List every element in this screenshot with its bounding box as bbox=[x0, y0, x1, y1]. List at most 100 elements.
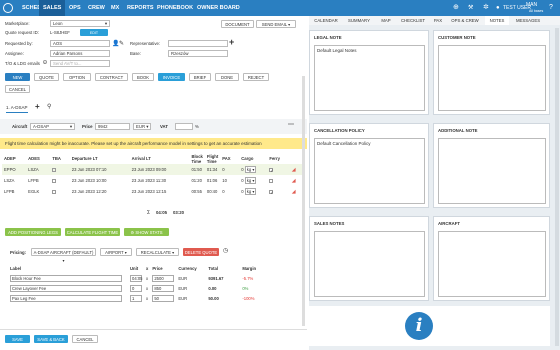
leg-ades[interactable]: LSZA bbox=[26, 164, 51, 175]
leg-cargo[interactable]: 0 bbox=[241, 178, 243, 183]
settings-gear-icon[interactable]: ✲ bbox=[483, 0, 489, 16]
nav-crew[interactable]: CREW bbox=[84, 0, 109, 16]
cargo-unit-select[interactable]: kg ▾ bbox=[244, 177, 256, 184]
help-icon[interactable]: ? bbox=[549, 0, 553, 16]
leg-adep[interactable]: LSZA bbox=[2, 175, 26, 186]
leg-row[interactable]: LFPB EGLK 23 Jun 2023 12:20 23 Jun 2023 … bbox=[2, 186, 302, 197]
status-option-button[interactable]: OPTION bbox=[63, 73, 91, 81]
tba-checkbox[interactable] bbox=[52, 178, 57, 183]
status-contract-button[interactable]: CONTRACT bbox=[95, 73, 128, 81]
status-reject-button[interactable]: REJECT bbox=[243, 73, 269, 81]
calculate-flight-time-button[interactable]: CALCULATE FLIGHT TIME bbox=[65, 228, 120, 236]
more-options-icon[interactable]: ⋯ bbox=[288, 121, 294, 128]
leg-adep[interactable]: EPPO bbox=[2, 164, 27, 175]
airport-button[interactable]: AIRPORT ▾ bbox=[100, 248, 132, 256]
leg-ades[interactable]: EGLK bbox=[26, 186, 50, 197]
currency-select[interactable]: EUR ▾ bbox=[133, 123, 151, 130]
cancellation-policy-textarea[interactable]: Default Cancellation Policy bbox=[314, 138, 425, 204]
leg-ades[interactable]: LFPB bbox=[26, 175, 50, 186]
requested-by-field[interactable]: AOS bbox=[50, 40, 110, 47]
recalculate-button[interactable]: RECALCULATE ▾ bbox=[136, 248, 179, 256]
leg-flag-icon[interactable]: ◢ bbox=[290, 175, 302, 186]
customer-note-textarea[interactable] bbox=[438, 45, 546, 111]
leg-arr-time[interactable]: 09:00 bbox=[156, 167, 166, 172]
sales-notes-textarea[interactable] bbox=[314, 231, 425, 297]
marketplace-select[interactable]: Leon ▾ bbox=[50, 20, 110, 27]
pricing-aircraft-dropdown[interactable]: A-DSAP AIRCRAFT (DEFAULT) ▾ bbox=[31, 248, 96, 263]
status-book-button[interactable]: BOOK bbox=[132, 73, 154, 81]
save-button[interactable]: SAVE bbox=[5, 335, 30, 343]
document-button[interactable]: DOCUMENT bbox=[221, 20, 254, 28]
leg-row[interactable]: LSZA LFPB 23 Jun 2023 10:00 23 Jun 2023 … bbox=[2, 175, 302, 186]
leg-row[interactable]: EPPO LSZA 23 Jun 2023 07:10 23 Jun 2023 … bbox=[2, 164, 302, 175]
leg-pax[interactable]: 0 bbox=[220, 164, 240, 175]
fee-label-field[interactable]: Crew Layover Fee bbox=[10, 284, 122, 292]
leg-arr-time[interactable]: 11:30 bbox=[156, 178, 166, 183]
nav-mx[interactable]: MX bbox=[107, 0, 123, 16]
additional-note-textarea[interactable] bbox=[438, 138, 546, 204]
tab-checklist[interactable]: CHECKLIST bbox=[397, 16, 429, 25]
tab-map[interactable]: MAP bbox=[377, 16, 395, 25]
search-icon[interactable]: ⚲ bbox=[47, 103, 51, 110]
fee-unit-field[interactable]: 1 bbox=[130, 294, 142, 302]
leg-dep-time[interactable]: 10:00 bbox=[96, 178, 106, 183]
left-pane-scrollbar[interactable] bbox=[302, 76, 305, 326]
add-positioning-legs-button[interactable]: ADD POSITIONING LEGS bbox=[5, 228, 61, 236]
leg-cargo[interactable]: 0 bbox=[241, 189, 243, 194]
tab-summary[interactable]: SUMMARY bbox=[343, 16, 375, 25]
fee-unit-field[interactable]: 04:05 bbox=[130, 274, 142, 282]
leg-adep[interactable]: LFPB bbox=[2, 186, 26, 197]
leg-pax[interactable]: 10 bbox=[220, 175, 239, 186]
status-brief-button[interactable]: BRIEF bbox=[189, 73, 211, 81]
leg-pax[interactable]: 0 bbox=[220, 186, 239, 197]
right-pane-scrollbar[interactable] bbox=[555, 28, 559, 346]
add-quote-icon[interactable]: + bbox=[35, 102, 40, 111]
tab-notes[interactable]: NOTES bbox=[485, 16, 509, 25]
status-done-button[interactable]: DONE bbox=[215, 73, 239, 81]
cargo-unit-select[interactable]: kg ▾ bbox=[244, 166, 256, 173]
leg-dep-time[interactable]: 12:20 bbox=[96, 189, 106, 194]
status-invoice-button[interactable]: INVOICE bbox=[158, 73, 185, 81]
nav-sales[interactable]: SALES bbox=[39, 0, 66, 16]
aircraft-note-textarea[interactable] bbox=[438, 231, 546, 297]
ferry-checkbox[interactable] bbox=[269, 178, 274, 183]
leg-dep-time[interactable]: 07:10 bbox=[96, 167, 106, 172]
app-logo-icon[interactable] bbox=[3, 3, 13, 13]
leg-arr-time[interactable]: 12:15 bbox=[156, 189, 166, 194]
leg-flag-icon[interactable]: ◢ bbox=[289, 164, 302, 175]
tab-quote-1[interactable]: 1. A-DSAP bbox=[6, 105, 28, 113]
legal-note-textarea[interactable]: Default Legal Notes bbox=[314, 45, 425, 111]
show-stats-button[interactable]: ⚙ SHOW STATS bbox=[124, 228, 169, 236]
tab-ops-crew[interactable]: OPS & CREW bbox=[447, 16, 483, 25]
price-field[interactable]: 9942 bbox=[95, 123, 130, 130]
assignee-select[interactable]: Adrian Parsons bbox=[50, 50, 110, 57]
representative-field[interactable] bbox=[168, 40, 228, 47]
fee-unit-field[interactable]: 0 bbox=[130, 284, 142, 292]
fee-label-field[interactable]: Pax Leg Fee bbox=[10, 294, 122, 302]
cargo-unit-select[interactable]: kg ▾ bbox=[244, 188, 256, 195]
history-icon[interactable]: ◷ bbox=[223, 247, 228, 254]
globe-icon[interactable]: ⊕ bbox=[453, 0, 459, 16]
vat-field[interactable] bbox=[175, 123, 193, 130]
fee-label-field[interactable]: Block Hour Fee bbox=[10, 274, 122, 282]
ferry-checkbox[interactable]: ✓ bbox=[269, 189, 274, 194]
nav-phonebook[interactable]: PHONEBOOK bbox=[153, 0, 197, 16]
tab-messages[interactable]: MESSAGES bbox=[511, 16, 545, 25]
nav-ops[interactable]: OPS bbox=[65, 0, 85, 16]
save-and-back-button[interactable]: SAVE & BACK bbox=[34, 335, 68, 343]
cancel-button[interactable]: CANCEL bbox=[72, 335, 98, 343]
tab-calendar[interactable]: CALENDAR bbox=[311, 16, 341, 25]
wrench-icon[interactable]: ⚒ bbox=[468, 0, 473, 16]
aircraft-select[interactable]: A-DSAP ▾ bbox=[30, 123, 75, 130]
send-email-button[interactable]: SEND EMAIL ▾ bbox=[256, 20, 296, 28]
nav-owner-board[interactable]: OWNER BOARD bbox=[193, 0, 244, 16]
leg-dep-date[interactable]: 23 Jun 2023 bbox=[72, 178, 95, 183]
fee-price-field[interactable]: 850 bbox=[152, 284, 175, 292]
tab-pax[interactable]: PAX bbox=[431, 16, 445, 25]
leg-dep-date[interactable]: 23 Jun 2023 bbox=[72, 189, 95, 194]
leg-cargo[interactable]: 0 bbox=[241, 167, 243, 172]
leg-arr-date[interactable]: 23 Jun 2023 bbox=[132, 178, 155, 183]
base-select[interactable]: Rzeszów bbox=[168, 50, 228, 57]
tlo-emails-field[interactable]: Send AV/T to... bbox=[50, 60, 110, 67]
info-icon[interactable]: i bbox=[405, 312, 433, 340]
